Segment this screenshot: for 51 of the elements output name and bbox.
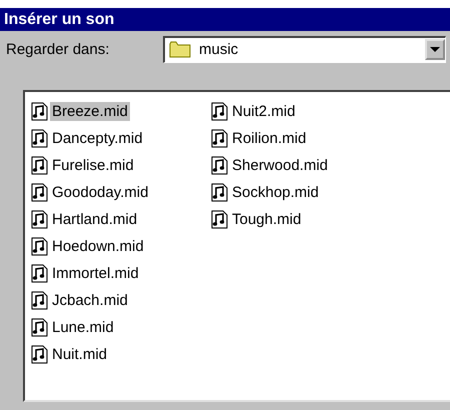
music-file-icon: [31, 237, 48, 256]
folder-icon: [169, 41, 191, 58]
music-file-icon: [31, 210, 48, 229]
file-item[interactable]: Roilion.mid: [211, 125, 391, 152]
music-file-icon: [211, 183, 228, 202]
file-item[interactable]: Tough.mid: [211, 206, 391, 233]
file-item[interactable]: Nuit2.mid: [211, 98, 391, 125]
file-item[interactable]: Dancepty.mid: [31, 125, 211, 152]
file-item[interactable]: Sherwood.mid: [211, 152, 391, 179]
file-name: Jcbach.mid: [51, 291, 129, 310]
file-item[interactable]: Sockhop.mid: [211, 179, 391, 206]
folder-dropdown[interactable]: music: [163, 36, 446, 62]
music-file-icon: [211, 129, 228, 148]
file-item[interactable]: Lune.mid: [31, 314, 211, 341]
music-file-icon: [31, 345, 48, 364]
music-file-icon: [31, 291, 48, 310]
window-title: Insérer un son: [4, 10, 114, 28]
file-name: Dancepty.mid: [51, 129, 144, 148]
file-item[interactable]: Breeze.mid: [31, 98, 211, 125]
file-item[interactable]: Hoedown.mid: [31, 233, 211, 260]
file-name: Goododay.mid: [51, 183, 150, 202]
file-name: Sherwood.mid: [231, 156, 329, 175]
file-item[interactable]: Goododay.mid: [31, 179, 211, 206]
music-file-icon: [211, 210, 228, 229]
music-file-icon: [31, 129, 48, 148]
dropdown-button[interactable]: [425, 39, 445, 60]
caret-icon: [430, 46, 440, 52]
music-file-icon: [31, 264, 48, 283]
file-name: Hoedown.mid: [51, 237, 145, 256]
file-name: Furelise.mid: [51, 156, 135, 175]
file-item[interactable]: Nuit.mid: [31, 341, 211, 368]
music-file-icon: [31, 102, 48, 121]
file-name: Breeze.mid: [50, 102, 130, 121]
file-name: Lune.mid: [51, 318, 115, 337]
music-file-icon: [211, 102, 228, 121]
file-name: Immortel.mid: [51, 264, 140, 283]
file-name: Hartland.mid: [51, 210, 138, 229]
music-file-icon: [31, 318, 48, 337]
file-name: Tough.mid: [231, 210, 302, 229]
file-name: Roilion.mid: [231, 129, 308, 148]
file-item[interactable]: Hartland.mid: [31, 206, 211, 233]
file-name: Nuit.mid: [51, 345, 108, 364]
file-item[interactable]: Immortel.mid: [31, 260, 211, 287]
music-file-icon: [211, 156, 228, 175]
music-file-icon: [31, 156, 48, 175]
file-name: Sockhop.mid: [231, 183, 320, 202]
music-file-icon: [31, 183, 48, 202]
look-in-label: Regarder dans:: [6, 40, 110, 58]
file-item[interactable]: Jcbach.mid: [31, 287, 211, 314]
file-item[interactable]: Furelise.mid: [31, 152, 211, 179]
file-name: Nuit2.mid: [231, 102, 296, 121]
